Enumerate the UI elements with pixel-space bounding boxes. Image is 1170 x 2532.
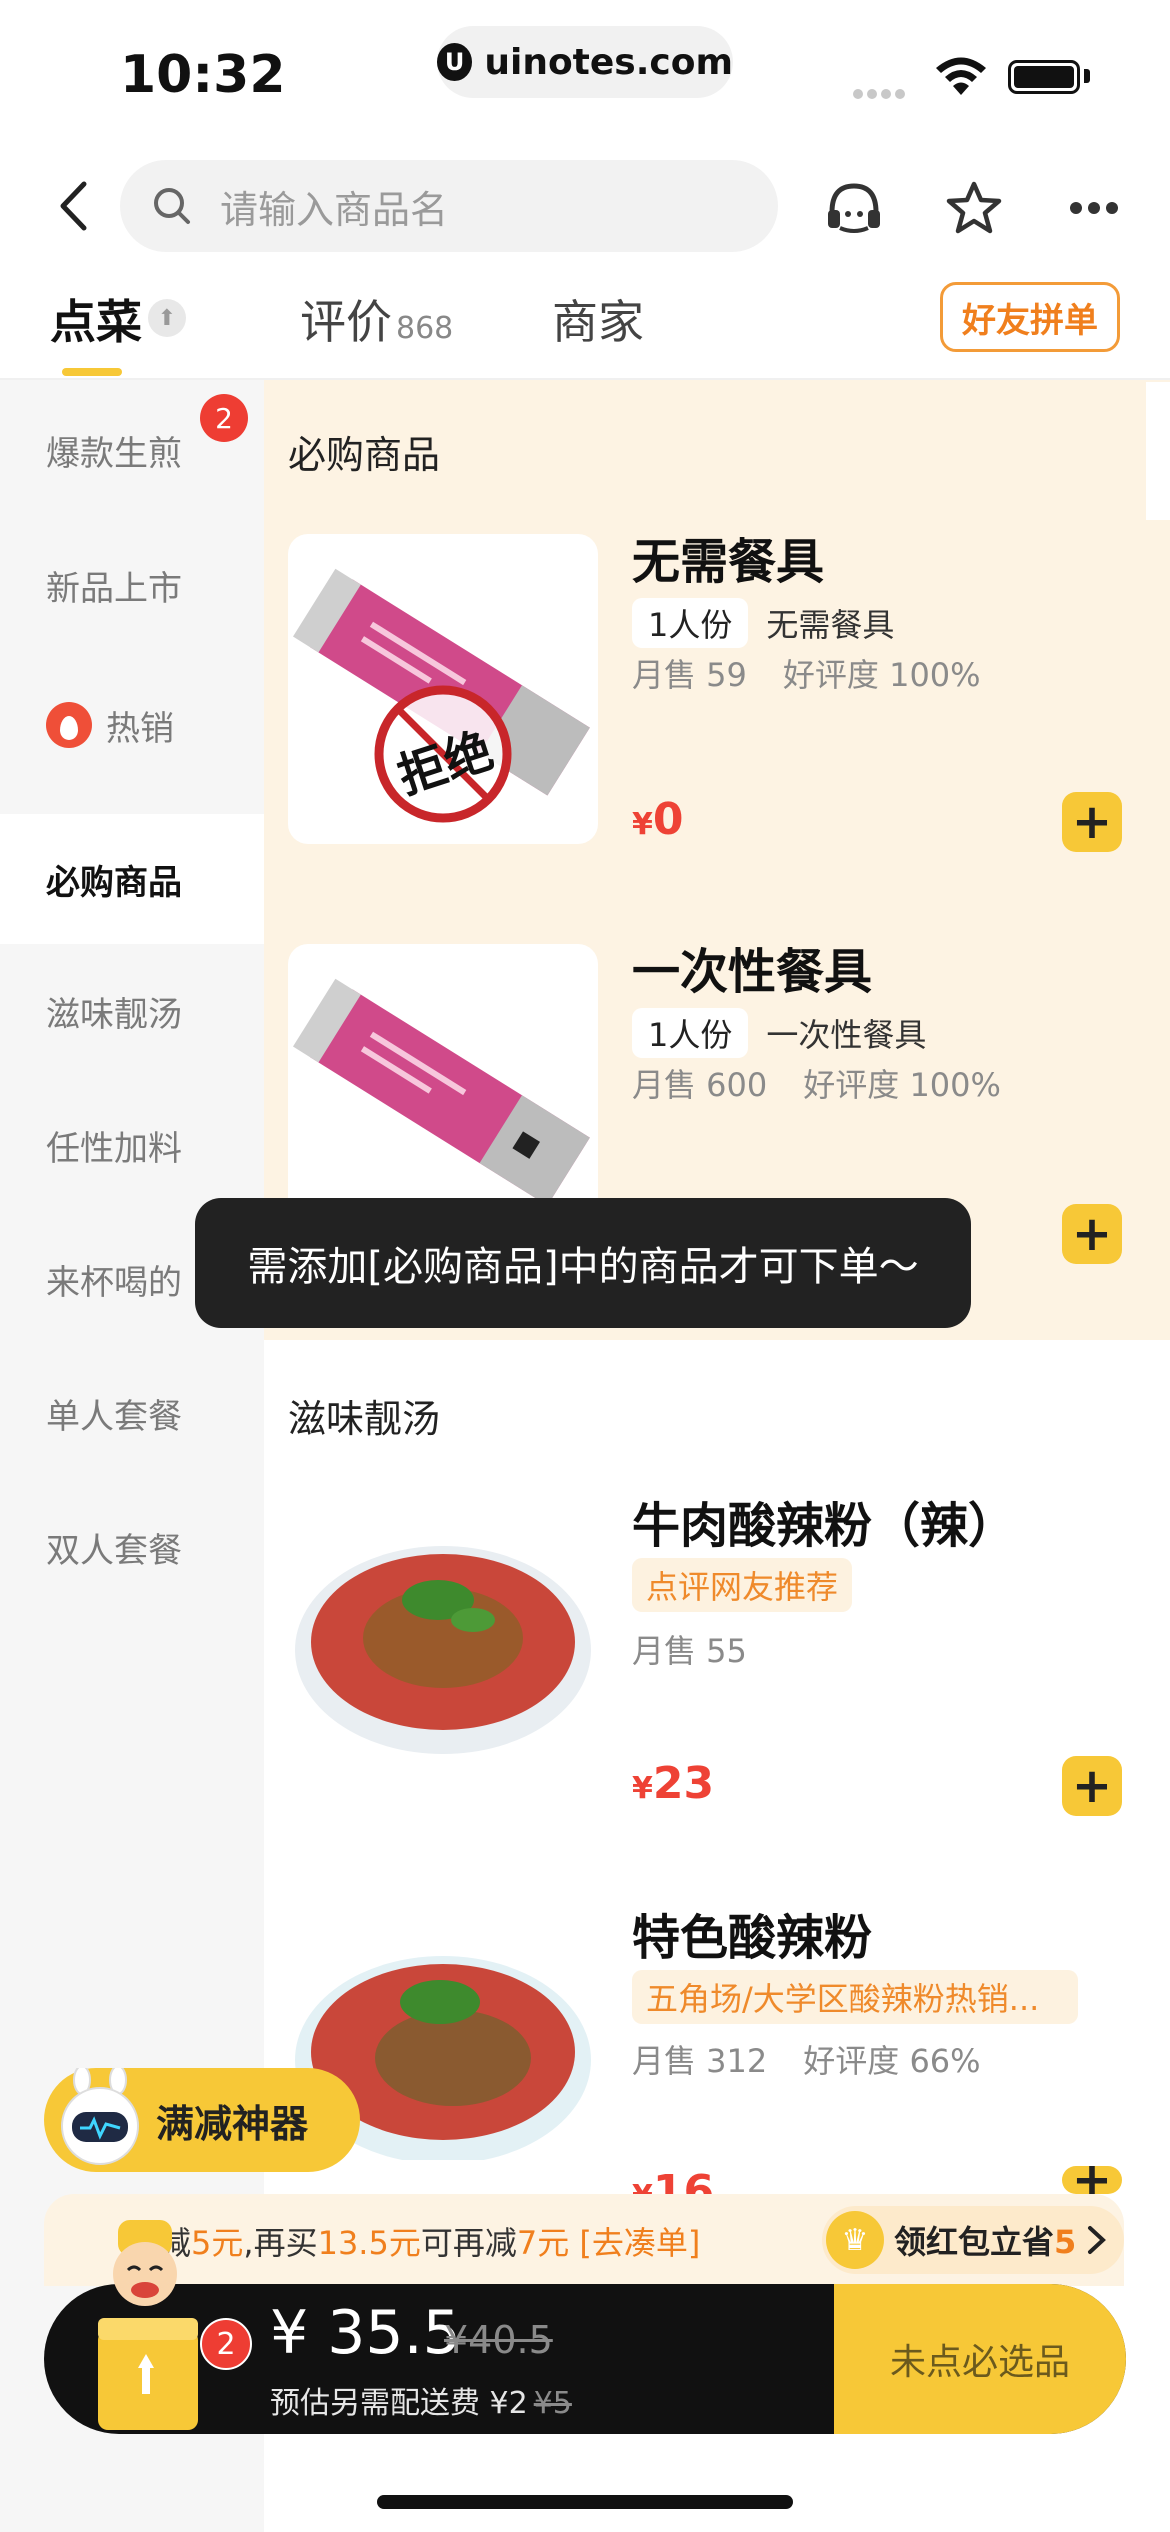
crown-icon: ♛	[826, 2211, 884, 2269]
add-to-cart-button[interactable]	[1062, 1204, 1122, 1264]
cart-count-badge: 2	[200, 2318, 252, 2370]
red-packet-button[interactable]: ♛ 领红包立省5	[822, 2206, 1124, 2274]
add-to-cart-button[interactable]	[1062, 1756, 1122, 1816]
sidebar-badge: 2	[200, 394, 248, 442]
monthly-sales: 月售 59	[632, 656, 747, 694]
redpack-value: 5	[1054, 2223, 1077, 2261]
rating: 好评度 66%	[803, 2042, 981, 2080]
site-logo-icon: U	[437, 43, 473, 81]
tab-order[interactable]: 点菜	[50, 286, 142, 352]
search-input[interactable]: 请输入商品名	[120, 160, 778, 252]
recommend-tag: 点评网友推荐	[632, 1558, 853, 1612]
favorite-star-icon[interactable]	[942, 176, 1006, 240]
monthly-sales: 月售 312	[632, 2042, 768, 2080]
customer-service-icon[interactable]	[822, 176, 886, 240]
search-placeholder: 请输入商品名	[220, 187, 449, 232]
promo-label: 满减神器	[156, 2101, 309, 2146]
home-indicator[interactable]	[377, 2495, 793, 2509]
more-options-icon[interactable]	[1062, 176, 1126, 240]
search-icon	[152, 186, 192, 226]
section-title-must-buy: 必购商品	[288, 433, 441, 477]
sidebar-item-soup[interactable]: 滋味靓汤	[0, 944, 264, 1078]
product-price: ¥0	[632, 794, 684, 845]
wifi-icon	[933, 55, 989, 101]
fire-icon	[46, 702, 92, 748]
tab-active-indicator	[62, 368, 122, 376]
checkout-button[interactable]: 未点必选品	[834, 2284, 1126, 2434]
battery-icon	[1008, 60, 1080, 94]
scrollbar	[1146, 382, 1170, 520]
rating: 好评度 100%	[782, 656, 981, 694]
robot-mascot-icon	[52, 2065, 148, 2168]
product-meta: 月售 312 好评度 66%	[632, 2036, 1017, 2082]
back-button[interactable]	[48, 176, 98, 236]
redpack-label: 领红包立省	[894, 2223, 1055, 2261]
scroll-top-icon[interactable]: ⬆	[148, 299, 186, 337]
product-meta: 月售 55	[632, 1626, 783, 1672]
sidebar-item-must-buy[interactable]: 必购商品	[0, 814, 264, 944]
battery-cap	[1084, 69, 1090, 83]
product-name[interactable]: 一次性餐具	[632, 932, 872, 1002]
portion-chip: 1人份	[632, 1008, 749, 1058]
cellular-signal-icon	[853, 84, 913, 99]
sidebar-item-hot[interactable]: 热销	[0, 650, 264, 800]
delivery-fee: 预估另需配送费 ¥2 ¥5	[270, 2386, 572, 2421]
status-time: 10:32	[120, 45, 286, 105]
sidebar-item-new[interactable]: 新品上市	[0, 520, 264, 650]
product-price: ¥16	[632, 2166, 715, 2194]
portion-chip: 1人份	[632, 598, 749, 648]
discount-info[interactable]: 已减5元,再买13.5元可再减7元 [去凑单]	[127, 2218, 700, 2264]
hot-sale-tag: 五角场/大学区酸辣粉热销...	[632, 1970, 1078, 2024]
tab-merchant[interactable]: 商家	[552, 286, 644, 352]
monthly-sales: 月售 600	[632, 1066, 768, 1104]
url-text: uinotes.com	[484, 41, 733, 83]
cart-original-price: ¥40.5	[444, 2318, 553, 2362]
sidebar-item-single-set[interactable]: 单人套餐	[0, 1346, 264, 1480]
product-meta: 月售 59 好评度 100%	[632, 650, 1017, 696]
product-meta: 月售 600 好评度 100%	[632, 1060, 1037, 1106]
product-desc: 无需餐具	[766, 606, 895, 644]
rating: 好评度 100%	[803, 1066, 1001, 1104]
product-image-beef-noodles[interactable]	[288, 1480, 598, 1790]
product-spec-row: 1人份 无需餐具	[632, 598, 894, 648]
cart-total: ¥ 35.5	[270, 2298, 461, 2368]
product-desc: 一次性餐具	[766, 1016, 927, 1054]
add-to-cart-button[interactable]	[1062, 792, 1122, 852]
product-name[interactable]: 牛肉酸辣粉（辣）	[632, 1486, 1016, 1556]
group-order-button[interactable]: 好友拼单	[940, 282, 1120, 352]
product-name[interactable]: 特色酸辣粉	[632, 1898, 872, 1968]
product-image-no-cutlery[interactable]: 拒绝	[288, 534, 598, 844]
monthly-sales: 月售 55	[632, 1632, 747, 1670]
toast-message: 需添加[必购商品]中的商品才可下单～	[195, 1198, 971, 1328]
add-to-cart-button[interactable]	[1062, 2166, 1122, 2194]
url-pill[interactable]: U uinotes.com	[437, 26, 733, 98]
cart-mascot-icon[interactable]	[80, 2218, 210, 2438]
product-name[interactable]: 无需餐具	[632, 522, 824, 592]
section-title-soup: 滋味靓汤	[288, 1397, 441, 1441]
product-spec-row: 1人份 一次性餐具	[632, 1008, 926, 1058]
sidebar-item-double-set[interactable]: 双人套餐	[0, 1480, 264, 1614]
chevron-left-icon	[60, 181, 87, 231]
chevron-right-icon	[1088, 2226, 1107, 2254]
sidebar-item-addons[interactable]: 任性加料	[0, 1078, 264, 1212]
tab-reviews[interactable]: 评价 868	[300, 286, 453, 352]
product-price: ¥23	[632, 1758, 715, 1809]
